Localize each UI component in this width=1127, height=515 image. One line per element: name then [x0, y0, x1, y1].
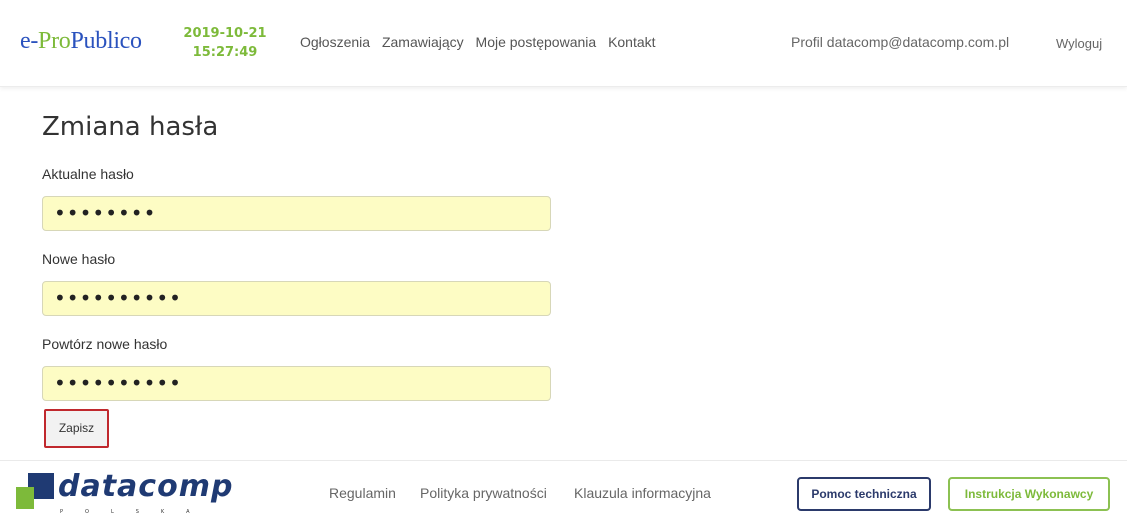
nav-ogloszenia[interactable]: Ogłoszenia: [300, 34, 370, 50]
app-logo[interactable]: e-ProPublico: [20, 28, 142, 55]
profile-link[interactable]: Profil datacomp@datacomp.com.pl: [791, 34, 1009, 50]
logo-part-pro: Pro: [38, 28, 71, 54]
footer-link-regulamin[interactable]: Regulamin: [329, 485, 396, 501]
server-date: 2019-10-21: [183, 26, 267, 41]
nav-zamawiajacy[interactable]: Zamawiający: [382, 34, 464, 50]
server-time: 15:27:49: [192, 45, 258, 60]
new-password-input[interactable]: ••••••••••: [42, 281, 551, 316]
current-password-input[interactable]: ••••••••: [42, 196, 551, 231]
page-footer: datacomp POLSKA Regulamin Polityka prywa…: [0, 460, 1127, 515]
save-button[interactable]: Zapisz: [44, 409, 109, 448]
current-password-label: Aktualne hasło: [42, 166, 134, 182]
top-header: e-ProPublico 2019-10-21 15:27:49 Ogłosze…: [0, 0, 1127, 87]
logo-part-e: e-: [20, 28, 39, 54]
help-button[interactable]: Pomoc techniczna: [797, 477, 931, 511]
brand-wordmark: datacomp: [58, 469, 234, 504]
footer-link-polityka[interactable]: Polityka prywatności: [420, 485, 547, 501]
brand-subtitle: POLSKA: [60, 509, 212, 515]
contractor-manual-button[interactable]: Instrukcja Wykonawcy: [948, 477, 1110, 511]
server-datetime: 2019-10-21 15:27:49: [180, 24, 270, 62]
repeat-password-input[interactable]: ••••••••••: [42, 366, 551, 401]
nav-kontakt[interactable]: Kontakt: [608, 34, 655, 50]
page-title: Zmiana hasła: [42, 112, 219, 142]
logout-link[interactable]: Wyloguj: [1056, 36, 1102, 51]
nav-moje-postepowania[interactable]: Moje postępowania: [476, 34, 597, 50]
logo-part-publico: Publico: [70, 28, 143, 54]
new-password-label: Nowe hasło: [42, 251, 116, 267]
footer-link-klauzula[interactable]: Klauzula informacyjna: [574, 485, 711, 501]
main-nav: Ogłoszenia Zamawiający Moje postępowania…: [300, 34, 664, 50]
datacomp-mark-icon: [16, 473, 54, 509]
repeat-password-label: Powtórz nowe hasło: [42, 336, 168, 352]
